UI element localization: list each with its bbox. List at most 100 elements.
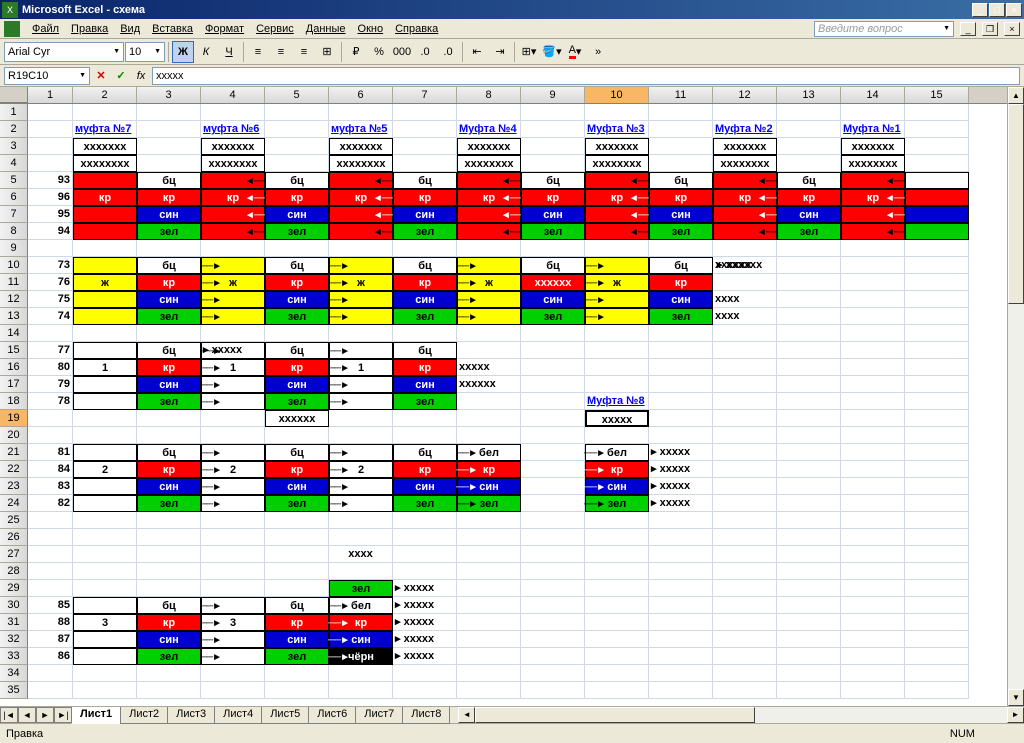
row-header-9[interactable]: 9 [0, 240, 28, 257]
cell-r25c4[interactable] [201, 512, 265, 529]
cell-r13c4[interactable]: ──► [201, 308, 265, 325]
col-header-14[interactable]: 14 [841, 87, 905, 103]
cell-r24c8[interactable]: зел──► [457, 495, 521, 512]
cell-r5c6[interactable]: ◄── [329, 172, 393, 189]
cell-r35c6[interactable] [329, 682, 393, 699]
row-header-10[interactable]: 10 [0, 257, 28, 274]
cell-r24c13[interactable] [777, 495, 841, 512]
cell-r12c12[interactable]: xxxx [713, 291, 777, 308]
font-size-combo[interactable]: 10▼ [125, 42, 165, 62]
cell-r24c2[interactable] [73, 495, 137, 512]
cell-r10c13[interactable] [777, 257, 841, 274]
cell-r4c3[interactable] [137, 155, 201, 172]
cell-r7c1[interactable]: 95 [28, 206, 73, 223]
cell-r33c2[interactable] [73, 648, 137, 665]
cell-r34c10[interactable] [585, 665, 649, 682]
col-header-9[interactable]: 9 [521, 87, 585, 103]
cell-r34c3[interactable] [137, 665, 201, 682]
cell-r16c14[interactable] [841, 359, 905, 376]
cell-r27c13[interactable] [777, 546, 841, 563]
nav-first-button[interactable]: |◄ [0, 707, 18, 723]
cell-r13c6[interactable]: ──► [329, 308, 393, 325]
cell-r6c15[interactable] [905, 189, 969, 206]
cell-r6c6[interactable]: кр◄── [329, 189, 393, 206]
cell-r35c11[interactable] [649, 682, 713, 699]
cell-r27c8[interactable] [457, 546, 521, 563]
cell-r29c10[interactable] [585, 580, 649, 597]
cell-r3c12[interactable]: xxxxxxx [713, 138, 777, 155]
underline-button[interactable]: Ч [218, 41, 240, 63]
cell-r9c3[interactable] [137, 240, 201, 257]
cell-r7c12[interactable]: ◄── [713, 206, 777, 223]
scroll-up-button[interactable]: ▲ [1008, 87, 1024, 104]
row-header-33[interactable]: 33 [0, 648, 28, 665]
sheet-tab-Лист1[interactable]: Лист1 [71, 707, 121, 724]
cell-r27c12[interactable] [713, 546, 777, 563]
cell-r10c2[interactable] [73, 257, 137, 274]
cell-r8c9[interactable]: зел [521, 223, 585, 240]
vertical-scrollbar[interactable]: ▲ ▼ [1007, 87, 1024, 706]
menu-insert[interactable]: Вставка [146, 21, 199, 37]
cell-r21c4[interactable]: ──► [201, 444, 265, 461]
doc-close-button[interactable]: × [1004, 22, 1020, 36]
cell-r31c10[interactable] [585, 614, 649, 631]
cell-r30c6[interactable]: бел──► [329, 597, 393, 614]
cell-r4c9[interactable] [521, 155, 585, 172]
cell-r31c11[interactable] [649, 614, 713, 631]
cell-r18c1[interactable]: 78 [28, 393, 73, 410]
cell-r2c10[interactable]: Муфта №3 [585, 121, 649, 138]
cell-r9c9[interactable] [521, 240, 585, 257]
cell-r31c3[interactable]: кр [137, 614, 201, 631]
cell-r12c10[interactable]: ──► [585, 291, 649, 308]
cell-r6c12[interactable]: кр◄── [713, 189, 777, 206]
row-header-31[interactable]: 31 [0, 614, 28, 631]
cell-r25c12[interactable] [713, 512, 777, 529]
cell-r11c15[interactable] [905, 274, 969, 291]
nav-next-button[interactable]: ► [36, 707, 54, 723]
row-header-26[interactable]: 26 [0, 529, 28, 546]
cell-r33c8[interactable] [457, 648, 521, 665]
cell-r15c8[interactable] [457, 342, 521, 359]
cell-r25c13[interactable] [777, 512, 841, 529]
row-header-34[interactable]: 34 [0, 665, 28, 682]
cell-r15c6[interactable]: ──► [329, 342, 393, 359]
cell-r21c2[interactable] [73, 444, 137, 461]
cell-r31c4[interactable]: 3──► [201, 614, 265, 631]
cell-r1c4[interactable] [201, 104, 265, 121]
percent-button[interactable]: % [368, 41, 390, 63]
cell-r19c15[interactable] [905, 410, 969, 427]
cell-r11c8[interactable]: ж──► [457, 274, 521, 291]
cell-r12c15[interactable] [905, 291, 969, 308]
cell-r19c4[interactable] [201, 410, 265, 427]
cell-r14c2[interactable] [73, 325, 137, 342]
cell-r14c7[interactable] [393, 325, 457, 342]
cell-r5c15[interactable] [905, 172, 969, 189]
cell-r23c10[interactable]: син──► [585, 478, 649, 495]
cell-r16c5[interactable]: кр [265, 359, 329, 376]
cell-r3c1[interactable] [28, 138, 73, 155]
cell-r30c13[interactable] [777, 597, 841, 614]
cell-r18c2[interactable] [73, 393, 137, 410]
cell-r6c11[interactable]: кр [649, 189, 713, 206]
cell-r4c2[interactable]: xxxxxxxx [73, 155, 137, 172]
bold-button[interactable]: Ж [172, 41, 194, 63]
cell-r7c11[interactable]: син [649, 206, 713, 223]
row-header-3[interactable]: 3 [0, 138, 28, 155]
cell-r29c11[interactable] [649, 580, 713, 597]
cell-r18c12[interactable] [713, 393, 777, 410]
cell-r20c7[interactable] [393, 427, 457, 444]
scroll-thumb-h[interactable] [475, 707, 755, 723]
cell-r20c4[interactable] [201, 427, 265, 444]
cell-r18c7[interactable]: зел [393, 393, 457, 410]
cell-r28c3[interactable] [137, 563, 201, 580]
cell-r33c4[interactable]: ──► [201, 648, 265, 665]
cell-r26c8[interactable] [457, 529, 521, 546]
cell-r29c8[interactable] [457, 580, 521, 597]
cell-r8c3[interactable]: зел [137, 223, 201, 240]
cell-r1c7[interactable] [393, 104, 457, 121]
cell-r7c13[interactable]: син [777, 206, 841, 223]
cell-r22c8[interactable]: кр──► [457, 461, 521, 478]
cell-r35c9[interactable] [521, 682, 585, 699]
cell-r5c13[interactable]: бц [777, 172, 841, 189]
cell-r32c12[interactable] [713, 631, 777, 648]
